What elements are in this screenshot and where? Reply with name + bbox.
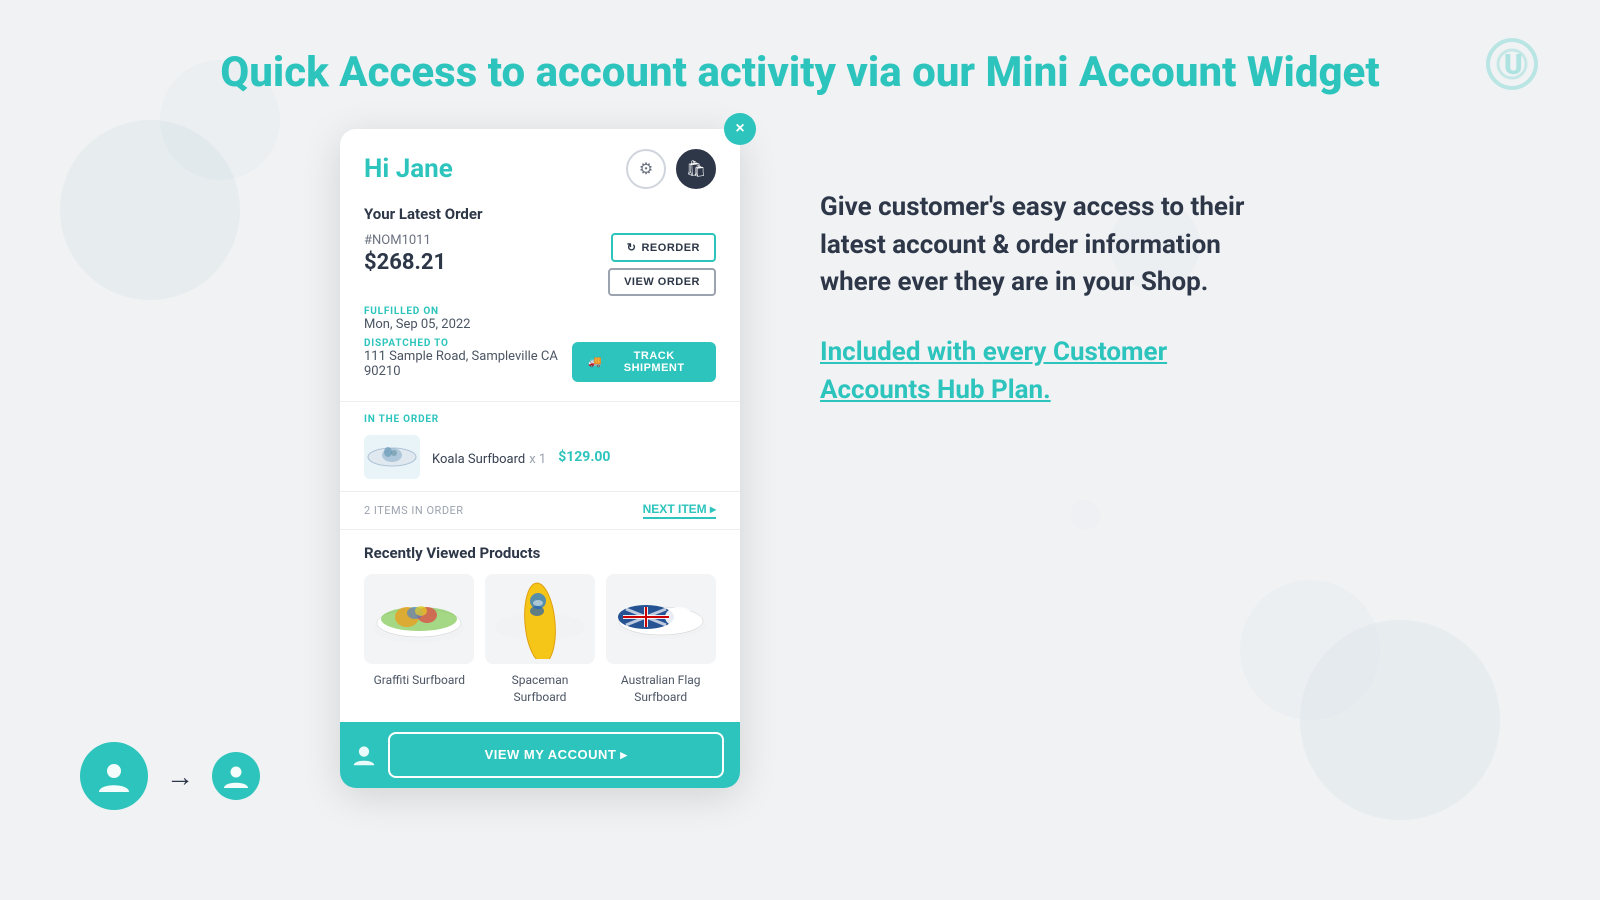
spaceman-board-image (485, 574, 595, 664)
graffiti-board-image (364, 574, 474, 664)
truck-icon: 🚚 (588, 355, 602, 368)
right-description: Give customer's easy access to their lat… (820, 189, 1260, 302)
avatar-icon (80, 742, 148, 810)
main-layout: × Hi Jane ⚙ 🛍 Your Latest Order (0, 129, 1600, 788)
recently-viewed-section: Recently Viewed Products (340, 530, 740, 722)
graffiti-board-name: Graffiti Surfboard (374, 672, 466, 689)
svg-text:U: U (1504, 48, 1523, 81)
logo-icon: U (1484, 36, 1540, 92)
greeting-text: Hi Jane (364, 154, 453, 184)
right-content: Give customer's easy access to their lat… (820, 129, 1260, 409)
order-item-image (364, 435, 420, 479)
widget-header: Hi Jane ⚙ 🛍 (340, 129, 740, 205)
order-item-details: Koala Surfboard x 1 (432, 448, 546, 467)
refresh-icon: ↻ (627, 241, 637, 254)
header-icons: ⚙ 🛍 (626, 149, 716, 189)
page-title: Quick Access to account activity via our… (0, 48, 1600, 97)
order-top: #NOM1011 $268.21 ↻ REORDER VIEW ORDER (364, 233, 716, 296)
order-number: #NOM1011 (364, 233, 446, 248)
cta-every: every (983, 337, 1047, 367)
settings-button[interactable]: ⚙ (626, 149, 666, 189)
widget-card: × Hi Jane ⚙ 🛍 Your Latest Order (340, 129, 740, 788)
widget-container: × Hi Jane ⚙ 🛍 Your Latest Order (340, 129, 740, 788)
dispatch-info: DISPATCHED TO 111 Sample Road, Samplevil… (364, 338, 572, 385)
cart-button[interactable]: 🛍 (676, 149, 716, 189)
recently-viewed-title: Recently Viewed Products (364, 544, 716, 562)
view-account-button[interactable]: VIEW MY ACCOUNT ▸ (388, 732, 724, 778)
order-total: $268.21 (364, 250, 446, 275)
arrow-icon: → (166, 760, 194, 793)
order-nav: 2 ITEMS IN ORDER NEXT ITEM ▸ (340, 492, 740, 530)
gear-icon: ⚙ (639, 159, 653, 179)
order-section: Your Latest Order #NOM1011 $268.21 ↻ REO… (340, 205, 740, 402)
order-info: #NOM1011 $268.21 (364, 233, 446, 275)
graffiti-board-svg (369, 579, 469, 659)
spaceman-board-name: Spaceman Surfboard (485, 672, 596, 706)
footer-user-icon (340, 731, 388, 779)
in-order-section: IN THE ORDER Koala Surfboard x 1 (340, 402, 740, 492)
close-button[interactable]: × (724, 113, 756, 145)
next-item-button[interactable]: NEXT ITEM ▸ (643, 502, 716, 519)
koala-board-svg (366, 438, 418, 476)
product-card-aus-flag[interactable]: ★ ★ Australian Flag Surfboard (605, 574, 716, 706)
svg-text:★: ★ (683, 610, 688, 617)
fulfilled-date: Mon, Sep 05, 2022 (364, 317, 716, 332)
aus-board-image: ★ ★ (606, 574, 716, 664)
order-item-price: $129.00 (558, 449, 610, 465)
order-section-title: Your Latest Order (364, 205, 716, 223)
cart-icon: 🛍 (686, 159, 706, 179)
view-order-button[interactable]: VIEW ORDER (608, 268, 716, 296)
right-cta: Included with every Customer Accounts Hu… (820, 334, 1260, 409)
products-grid: Graffiti Surfboard (364, 574, 716, 706)
avatar-small-icon (212, 752, 260, 800)
items-count: 2 ITEMS IN ORDER (364, 504, 464, 517)
product-card-graffiti[interactable]: Graffiti Surfboard (364, 574, 475, 706)
page-header: Quick Access to account activity via our… (0, 0, 1600, 129)
svg-text:★: ★ (673, 614, 680, 623)
aus-board-svg: ★ ★ (611, 579, 711, 659)
order-item: Koala Surfboard x 1 $129.00 (364, 435, 716, 479)
bottom-left-decor: → (80, 742, 260, 810)
order-buttons: ↻ REORDER VIEW ORDER (608, 233, 716, 296)
widget-footer: VIEW MY ACCOUNT ▸ (340, 722, 740, 788)
reorder-button[interactable]: ↻ REORDER (611, 233, 716, 262)
dispatch-address: 111 Sample Road, Sampleville CA 90210 (364, 349, 572, 379)
track-shipment-button[interactable]: 🚚 TRACK SHIPMENT (572, 342, 716, 382)
dispatch-row: DISPATCHED TO 111 Sample Road, Samplevil… (364, 338, 716, 385)
product-card-spaceman[interactable]: Spaceman Surfboard (485, 574, 596, 706)
spaceman-board-svg (490, 579, 590, 659)
fulfilled-info: FULFILLED ON Mon, Sep 05, 2022 (364, 306, 716, 332)
aus-board-name: Australian Flag Surfboard (605, 672, 716, 706)
